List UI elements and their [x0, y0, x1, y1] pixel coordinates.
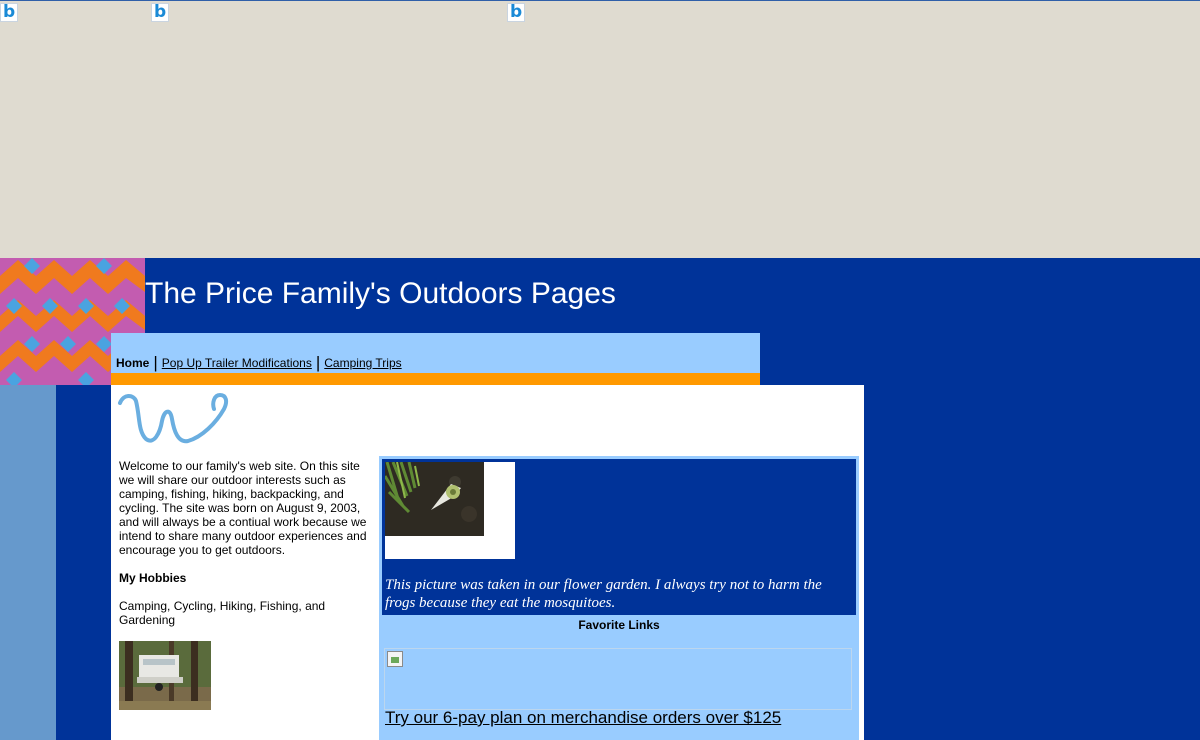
favorite-links-heading: Favorite Links	[578, 618, 660, 632]
left-decorative-strip	[0, 385, 56, 740]
promo-link[interactable]: Try our 6-pay plan on merchandise orders…	[385, 708, 781, 728]
nav-separator: |	[315, 353, 321, 372]
bing-icon[interactable]: b	[151, 3, 169, 22]
ad-banner[interactable]	[384, 648, 852, 710]
photo-frame	[385, 462, 515, 559]
trailer-photo[interactable]	[119, 641, 211, 710]
nav-link-camping-trips[interactable]: Camping Trips	[324, 356, 401, 370]
w-script-logo	[118, 392, 229, 444]
main-content: Welcome to our family's web site. On thi…	[111, 385, 864, 740]
photo-caption: This picture was taken in our flower gar…	[385, 577, 822, 611]
nav-separator: |	[153, 353, 158, 372]
hobbies-heading: My Hobbies	[119, 571, 187, 585]
feature-photo-box: This picture was taken in our flower gar…	[382, 459, 856, 615]
welcome-text: Welcome to our family's web site. On thi…	[119, 459, 367, 557]
nav-links: Home | Pop Up Trailer Modifications | Campin…	[116, 352, 402, 372]
intro-column: Welcome to our family's web site. On thi…	[119, 459, 369, 710]
page-title: The Price Family's Outdoors Pages	[145, 277, 616, 310]
top-banner-area: b b b	[0, 0, 1200, 258]
nav-home[interactable]: Home	[116, 356, 149, 370]
bing-icon[interactable]: b	[0, 3, 18, 22]
broken-image-icon	[387, 651, 403, 667]
nav-link-pop-up-trailer-modifications[interactable]: Pop Up Trailer Modifications	[162, 356, 312, 370]
accent-bar	[111, 373, 760, 385]
bing-icon[interactable]: b	[507, 3, 525, 22]
feature-panel: This picture was taken in our flower gar…	[379, 456, 859, 740]
hobbies-text: Camping, Cycling, Hiking, Fishing, and G…	[119, 599, 326, 627]
frog-photo[interactable]	[385, 462, 484, 536]
nav-bar: Home | Pop Up Trailer Modifications | Campin…	[111, 333, 760, 373]
